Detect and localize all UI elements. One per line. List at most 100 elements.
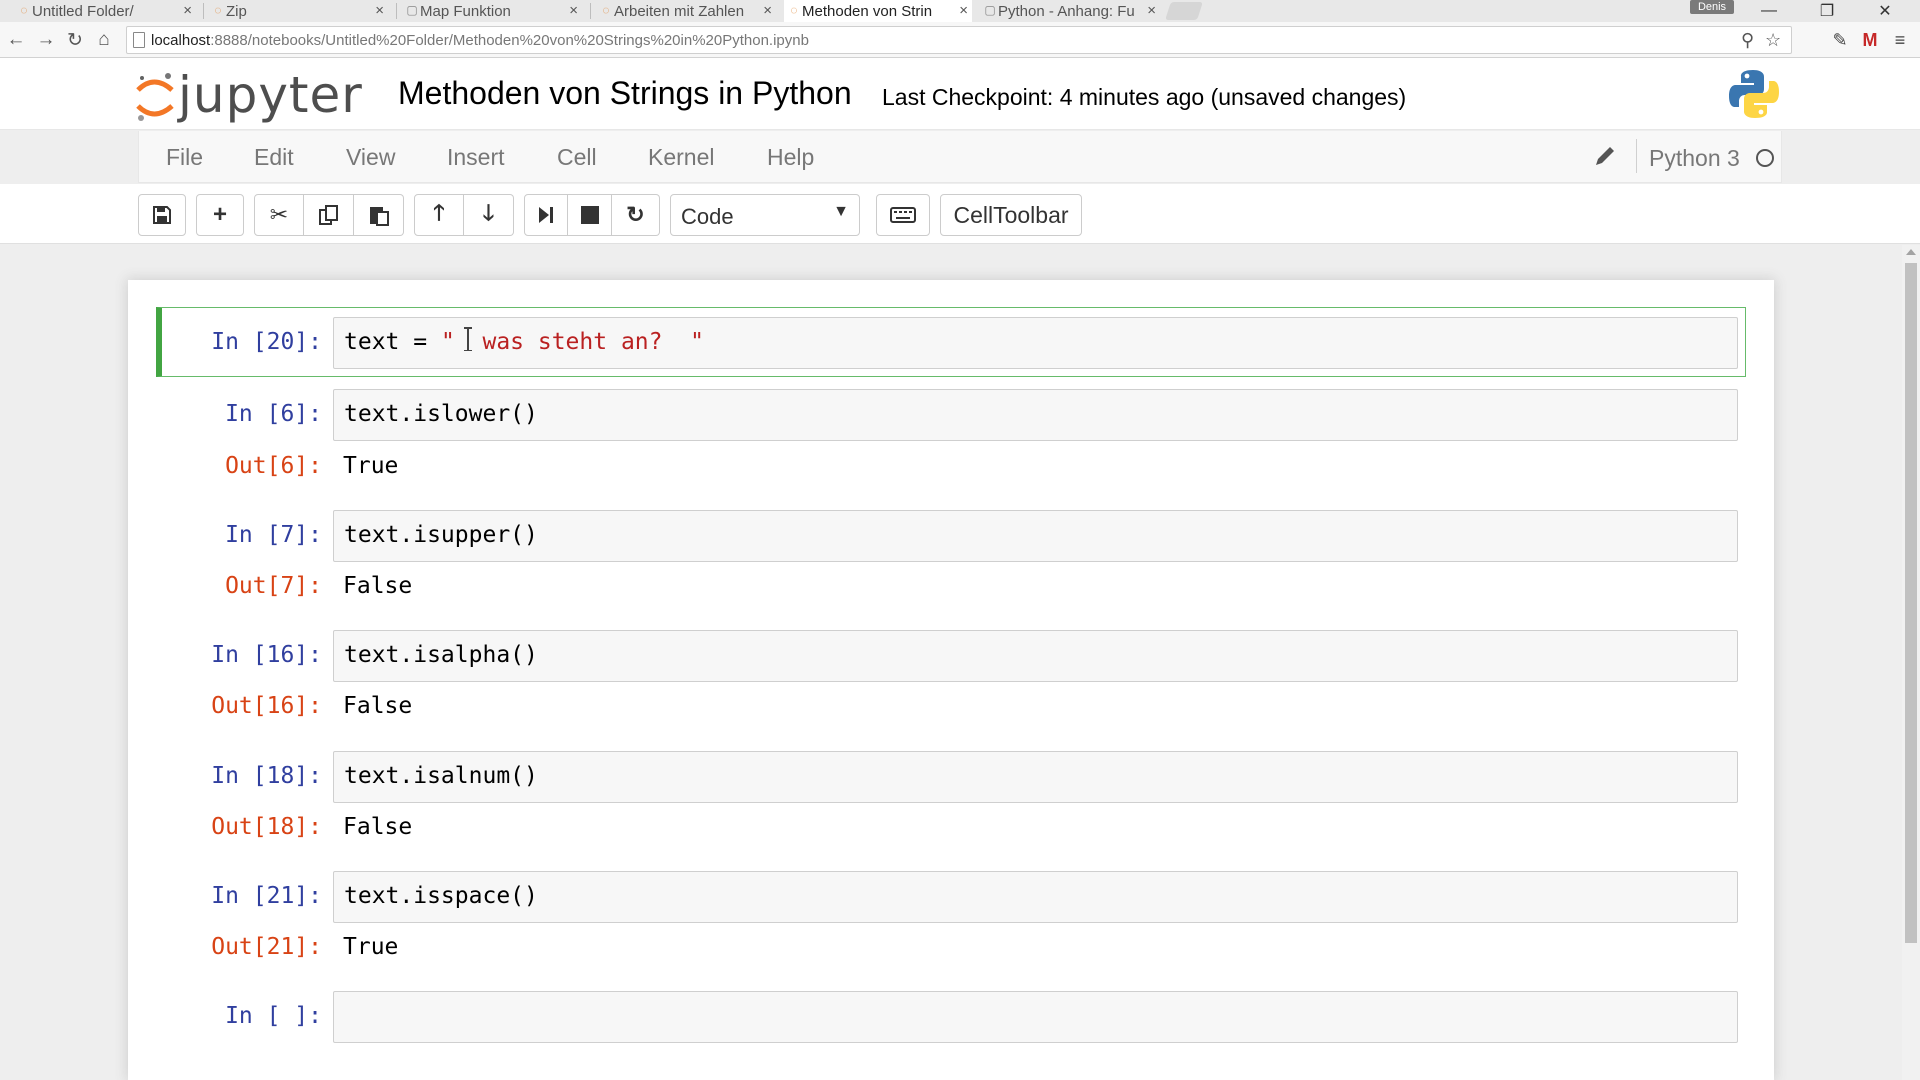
code-input[interactable]: text.isalpha() <box>333 630 1738 682</box>
out-prompt: Out[6]: <box>225 453 322 479</box>
copy-button[interactable] <box>304 194 354 236</box>
tab-separator <box>590 3 591 19</box>
cell-output: True <box>343 934 399 960</box>
restore-icon[interactable]: ❐ <box>1804 0 1850 22</box>
tab-close-icon[interactable]: × <box>569 2 578 19</box>
paste-icon <box>369 207 389 226</box>
move-up-button[interactable]: 🡑 <box>414 194 464 236</box>
save-icon <box>153 206 171 224</box>
bookmark-star-icon[interactable]: ☆ <box>1765 30 1781 51</box>
paste-button[interactable] <box>354 194 404 236</box>
code-input[interactable]: text.isalnum() <box>333 751 1738 803</box>
browser-tab[interactable]: ◌ Untitled Folder/ × <box>14 0 196 22</box>
menu-edit[interactable]: Edit <box>254 144 294 171</box>
code-text: text.isupper() <box>344 522 538 548</box>
cell-type-select[interactable]: Code ▼ <box>670 194 860 236</box>
extension-icon[interactable]: ✎ <box>1828 28 1852 52</box>
minimize-icon[interactable]: — <box>1746 0 1792 22</box>
profile-badge[interactable]: Denis <box>1690 0 1734 14</box>
zoom-icon[interactable]: ⚲ <box>1741 30 1754 51</box>
cut-icon: ✂ <box>269 202 289 227</box>
cell-output: False <box>343 693 413 719</box>
browser-tab[interactable]: ◌ Zip × <box>208 0 388 22</box>
save-button[interactable] <box>138 194 186 236</box>
keyboard-icon <box>890 207 916 223</box>
scrollbar-thumb[interactable] <box>1905 263 1917 943</box>
notebook-title[interactable]: Methoden von Strings in Python <box>398 75 852 112</box>
browser-tab[interactable]: ▢ Map Funktion × <box>402 0 582 22</box>
gmail-icon[interactable]: M <box>1858 28 1882 52</box>
kernel-separator <box>1636 139 1637 173</box>
menu-insert[interactable]: Insert <box>447 144 505 171</box>
in-prompt: In [6]: <box>225 401 322 427</box>
tab-close-icon[interactable]: × <box>959 2 968 19</box>
in-prompt: In [21]: <box>211 883 322 909</box>
back-icon[interactable]: ← <box>4 27 28 53</box>
out-prompt: Out[18]: <box>211 814 322 840</box>
cell-output: False <box>343 573 413 599</box>
browser-tab[interactable]: ▢ Python - Anhang: Fu × <box>980 0 1160 22</box>
code-input[interactable] <box>333 991 1738 1043</box>
menu-help[interactable]: Help <box>767 144 814 171</box>
browser-tab[interactable]: ◌ Arbeiten mit Zahlen × <box>596 0 776 22</box>
cell-type-value: Code <box>681 204 734 229</box>
jupyter-logo[interactable]: jupyter <box>134 66 374 126</box>
move-down-button[interactable]: 🡓 <box>464 194 514 236</box>
browser-tab-active[interactable]: ◌ Methoden von Strin × <box>784 0 972 22</box>
url-text: localhost:8888/notebooks/Untitled%20Fold… <box>151 32 809 49</box>
code-text: text = " was steht an? " <box>344 329 704 355</box>
command-palette-button[interactable] <box>876 194 930 236</box>
in-prompt: In [18]: <box>211 763 322 789</box>
page-scrollbar[interactable] <box>1902 245 1920 1080</box>
new-tab-button[interactable] <box>1165 2 1203 20</box>
tab-close-icon[interactable]: × <box>375 2 384 19</box>
menu-view[interactable]: View <box>346 144 395 171</box>
text-cursor-icon <box>464 327 475 351</box>
url-input[interactable]: localhost:8888/notebooks/Untitled%20Fold… <box>126 26 1792 54</box>
chrome-menu-icon[interactable]: ≡ <box>1888 28 1912 52</box>
tab-close-icon[interactable]: × <box>763 2 772 19</box>
in-prompt: In [20]: <box>211 329 322 355</box>
tab-close-icon[interactable]: × <box>1147 2 1156 19</box>
in-prompt: In [16]: <box>211 642 322 668</box>
copy-icon <box>318 205 338 225</box>
code-input[interactable]: text.isspace() <box>333 871 1738 923</box>
in-prompt: In [ ]: <box>225 1003 322 1029</box>
tab-separator <box>203 3 204 19</box>
scroll-up-icon[interactable] <box>1906 249 1916 255</box>
chevron-down-icon: ▼ <box>833 203 849 220</box>
add-cell-icon: + <box>212 201 227 228</box>
menu-cell[interactable]: Cell <box>557 144 597 171</box>
celltoolbar-button[interactable]: CellToolbar <box>940 194 1082 236</box>
code-input[interactable]: text.isupper() <box>333 510 1738 562</box>
home-icon[interactable]: ⌂ <box>92 27 116 53</box>
run-next-button[interactable] <box>524 194 568 236</box>
pencil-icon <box>1596 147 1614 165</box>
jupyter-favicon-icon: ◌ <box>20 3 28 17</box>
jupyter-header: jupyter Methoden von Strings in Python L… <box>0 58 1920 130</box>
cut-button[interactable]: ✂ <box>254 194 304 236</box>
forward-icon[interactable]: → <box>34 27 58 53</box>
page-favicon-icon: ▢ <box>406 3 418 17</box>
restart-button[interactable]: ↻ <box>612 194 660 236</box>
code-text: text.isalnum() <box>344 763 538 789</box>
url-path: :8888/notebooks/Untitled%20Folder/Method… <box>210 32 809 49</box>
notebook-toolbar: + ✂ 🡑 🡓 ↻ Code ▼ CellToolbar <box>0 184 1920 244</box>
out-prompt: Out[7]: <box>225 573 322 599</box>
restart-icon: ↻ <box>626 202 645 227</box>
in-prompt: In [7]: <box>225 522 322 548</box>
reload-icon[interactable]: ↻ <box>63 27 87 53</box>
menu-file[interactable]: File <box>166 144 203 171</box>
browser-tab-strip: ◌ Untitled Folder/ × ◌ Zip × ▢ Map Funkt… <box>0 0 1920 22</box>
tab-close-icon[interactable]: × <box>183 2 192 19</box>
browser-tab-label: Arbeiten mit Zahlen <box>614 2 745 20</box>
cell-output: False <box>343 814 413 840</box>
close-window-icon[interactable]: ✕ <box>1862 0 1908 22</box>
python-logo-icon <box>1729 70 1779 118</box>
kernel-name: Python 3 <box>1649 145 1740 171</box>
menu-kernel[interactable]: Kernel <box>648 144 714 171</box>
interrupt-button[interactable] <box>568 194 612 236</box>
code-input[interactable]: text = " was steht an? " <box>333 317 1738 369</box>
code-input[interactable]: text.islower() <box>333 389 1738 441</box>
add-cell-button[interactable]: + <box>196 194 244 236</box>
